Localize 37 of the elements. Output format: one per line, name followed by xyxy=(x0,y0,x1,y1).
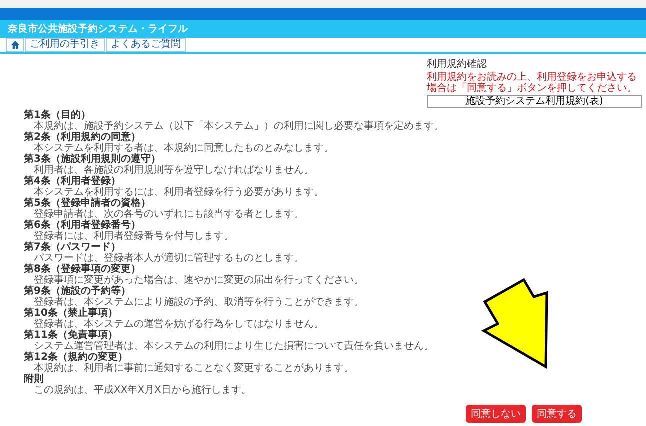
article-heading: 第1条（目的） xyxy=(24,110,91,121)
article-text: 本規約は、施設予約システム（以下「本システム」）の利用に関し必要な事項を定めます。 xyxy=(34,121,445,132)
article-heading: 第5条（登録申請者の資格） xyxy=(24,198,152,209)
nav-tab[interactable]: よくあるご質問 xyxy=(106,38,186,52)
article-text: 登録事項に変更があった場合は、速やかに変更の届出を行ってください。 xyxy=(34,275,365,286)
home-icon xyxy=(10,41,20,49)
article-heading: 第11条（免責事項） xyxy=(24,330,118,341)
terms-button[interactable]: 施設予約システム利用規約(表) xyxy=(427,95,642,108)
article-text: パスワードは、登録者本人が適切に管理するものとします。 xyxy=(34,253,305,264)
article-heading: 附則 xyxy=(24,374,45,385)
article-text: この規約は、平成XX年X月X日から施行します。 xyxy=(33,385,252,396)
article-heading: 第10条（禁止事項） xyxy=(24,308,119,319)
article-heading: 第8条（登録事項の変更） xyxy=(24,264,142,275)
article-heading: 第7条（パスワード） xyxy=(24,242,122,253)
nav-tab[interactable]: ご利用の手引き xyxy=(25,38,105,52)
article-text: 本規約は、利用者に事前に通知することなく変更することがあります。 xyxy=(34,363,355,374)
article-text: システム運営管理者は、本システムの利用により生じた損害について責任を負いません。 xyxy=(34,341,435,352)
article-heading: 第12条（規約の変更） xyxy=(24,352,128,363)
article-text: 登録申請者は、次の各号のいずれにも該当する者とします。 xyxy=(34,209,305,220)
article-heading: 第3条（施設利用規則の遵守） xyxy=(24,154,162,165)
article-text: 本システムを利用する者は、本規約に同意したものとみなします。 xyxy=(34,143,335,154)
article-heading: 第2条（利用規約の同意） xyxy=(24,132,141,143)
article-text: 登録者には、利用者登録番号を付与します。 xyxy=(34,231,235,242)
action-button[interactable]: 同意する xyxy=(532,405,582,423)
notice-text: 利用規約をお読みの上、利用登録をお申込する場合は「同意する」ボタンを押してください。 xyxy=(427,72,638,94)
article-heading: 第4条（利用者登録） xyxy=(24,176,122,187)
article-text: 本システムを利用するには、利用者登録を行う必要があります。 xyxy=(34,187,325,198)
box-label: 利用規約確認 xyxy=(427,58,488,71)
action-button[interactable]: 同意しない xyxy=(466,405,526,423)
home-button[interactable] xyxy=(6,38,24,52)
article-text: 利用者は、各施設の利用規則等を遵守しなければなりません。 xyxy=(34,165,315,176)
article-text: 登録者は、本システムの運営を妨げる行為をしてはなりません。 xyxy=(34,319,325,330)
article-text: 登録者は、本システムにより施設の予約、取消等を行うことができます。 xyxy=(34,297,365,308)
arrow-icon xyxy=(481,278,548,370)
site-title: 奈良市公共施設予約システム・ライフル xyxy=(8,22,188,36)
article-heading: 第9条（施設の予約等） xyxy=(24,286,132,297)
article-heading: 第6条（利用者登録番号） xyxy=(24,220,142,231)
